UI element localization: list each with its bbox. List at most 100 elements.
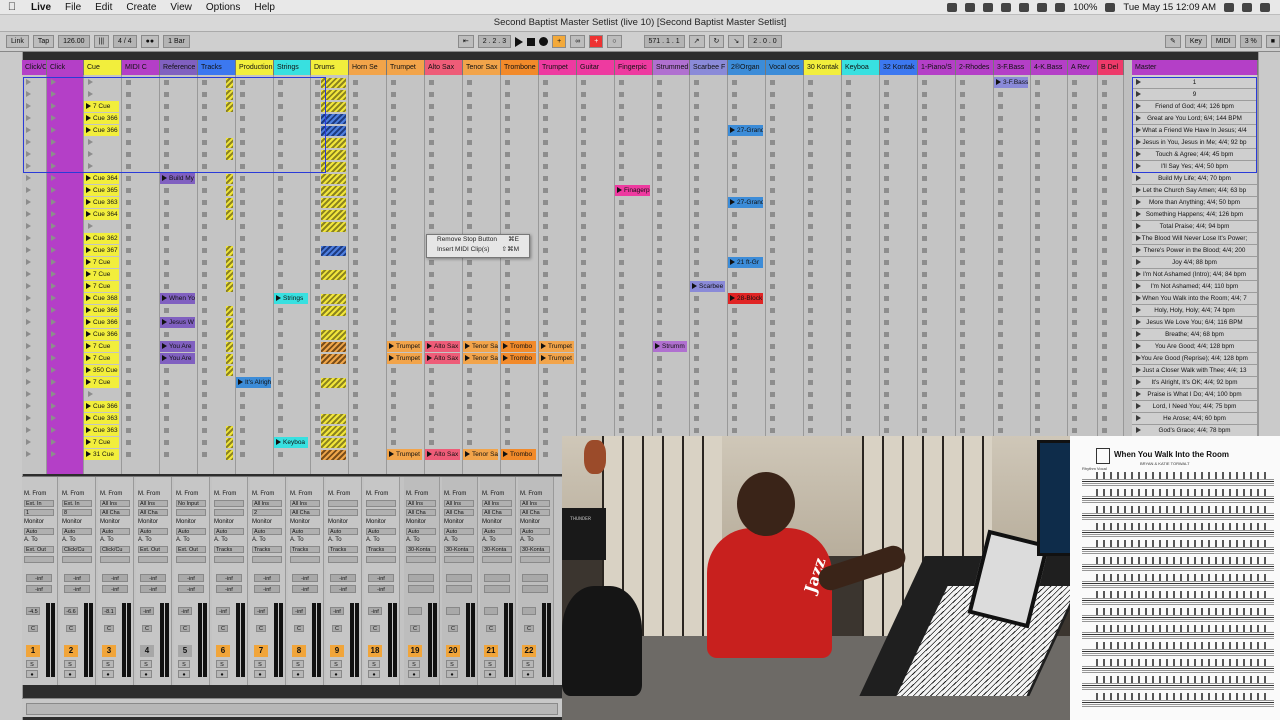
clip-slot-button[interactable] <box>467 116 472 121</box>
clip[interactable]: Trombo <box>501 449 536 460</box>
clip-slot-button[interactable] <box>126 260 131 265</box>
clip-slot-button[interactable] <box>770 308 775 313</box>
input-channel-menu[interactable]: All Cha <box>482 509 512 516</box>
clip-slot-button[interactable] <box>1072 404 1077 409</box>
clip-slot-button[interactable] <box>126 152 131 157</box>
clip-slot-button[interactable] <box>51 355 56 361</box>
clip-slot-button[interactable] <box>391 236 396 241</box>
track-header-17[interactable]: Strummed <box>653 60 690 75</box>
clip[interactable]: 3-F.Bass <box>994 77 1028 88</box>
output-type-menu[interactable]: Tracks <box>366 546 396 553</box>
clip-slot-button[interactable] <box>429 308 434 313</box>
clip-slot-button[interactable] <box>202 272 207 277</box>
clip-slot-button[interactable] <box>922 284 927 289</box>
clip-slot-button[interactable] <box>353 104 358 109</box>
clip-slot-button[interactable] <box>884 296 889 301</box>
output-type-menu[interactable]: Tracks <box>214 546 244 553</box>
clip-slot-button[interactable] <box>998 428 1003 433</box>
clip-slot-button[interactable] <box>1072 152 1077 157</box>
clip-slot-button[interactable] <box>1072 224 1077 229</box>
screen-icon[interactable] <box>947 2 958 12</box>
clip-slot-button[interactable] <box>732 344 737 349</box>
clip-slot-button[interactable] <box>164 272 169 277</box>
clip-slot-button[interactable] <box>1035 416 1040 421</box>
solo-button[interactable]: S <box>446 660 458 668</box>
output-type-menu[interactable]: Click/Cu <box>100 546 130 553</box>
clip-slot-button[interactable] <box>240 404 245 409</box>
clip-slot-button[interactable] <box>240 140 245 145</box>
clip-slot-button[interactable] <box>391 92 396 97</box>
menu-item-remove-stop-button[interactable]: Remove Stop Button ⌘E <box>427 235 529 245</box>
clip-slot-button[interactable] <box>505 284 510 289</box>
clip-slot-button[interactable] <box>240 344 245 349</box>
clip-slot-button[interactable] <box>164 404 169 409</box>
clip-slot-button[interactable] <box>581 236 586 241</box>
clip-slot-button[interactable] <box>1102 92 1107 97</box>
clip-slot-button[interactable] <box>429 176 434 181</box>
clip-slot-button[interactable] <box>1102 296 1107 301</box>
clip-slot-button[interactable] <box>429 320 434 325</box>
clip-slot-button[interactable] <box>202 404 207 409</box>
clip-slot-button[interactable] <box>1102 188 1107 193</box>
clip[interactable]: Trumpet <box>539 353 574 364</box>
clip[interactable]: Keyboa <box>274 437 308 448</box>
menu-item-insert-midi-clip[interactable]: Insert MIDI Clip(s) ⇧⌘M <box>427 245 529 255</box>
menu-create[interactable]: Create <box>119 2 163 13</box>
clip-slot-button[interactable] <box>543 428 548 433</box>
clip-slot-button[interactable] <box>657 248 662 253</box>
track-activator-button[interactable]: 5 <box>178 645 192 657</box>
clip-slot-button[interactable] <box>240 440 245 445</box>
clip-slot-button[interactable] <box>202 248 207 253</box>
clip-slot-button[interactable] <box>1035 212 1040 217</box>
clip-slot-button[interactable] <box>26 151 31 157</box>
clip-slot-button[interactable] <box>467 152 472 157</box>
left-browser-strip[interactable] <box>0 52 23 720</box>
clip-slot-button[interactable] <box>126 104 131 109</box>
scene-launch-22[interactable]: You Are Good; 4/4; 128 bpm <box>1132 341 1257 353</box>
output-type-menu[interactable]: Tracks <box>252 546 282 553</box>
clip-slot-button[interactable] <box>543 164 548 169</box>
link-button[interactable]: Link <box>6 35 29 48</box>
track-header-1[interactable]: Click <box>47 60 84 75</box>
clip-slot-button[interactable] <box>619 200 624 205</box>
pan-center-button[interactable]: C <box>294 625 304 632</box>
clip-slot-button[interactable] <box>202 320 207 325</box>
clip-slot-button[interactable] <box>922 428 927 433</box>
clip[interactable]: Cue 367 <box>84 245 119 256</box>
clip-slot-button[interactable] <box>960 272 965 277</box>
clip-slot-button[interactable] <box>770 128 775 133</box>
clip-slot-button[interactable] <box>126 128 131 133</box>
clip-slot-button[interactable] <box>732 308 737 313</box>
clip-slot-button[interactable] <box>998 272 1003 277</box>
clip-slot-button[interactable] <box>202 296 207 301</box>
clip-slot-button[interactable] <box>998 248 1003 253</box>
clip-slot-button[interactable] <box>429 296 434 301</box>
clip[interactable]: 27-Grand <box>728 125 763 136</box>
clip-slot-button[interactable] <box>429 260 434 265</box>
arm-button[interactable]: ● <box>330 670 342 678</box>
clip-slot-button[interactable] <box>51 223 56 229</box>
clip-slot-button[interactable] <box>26 235 31 241</box>
output-channel-menu[interactable] <box>214 556 244 563</box>
clip-slot-button[interactable] <box>922 296 927 301</box>
clip-slot-button[interactable] <box>1072 260 1077 265</box>
clip-slot-button[interactable] <box>922 380 927 385</box>
clip-slot-button[interactable] <box>240 284 245 289</box>
clip-slot-button[interactable] <box>619 128 624 133</box>
clip-slot-button[interactable] <box>1035 104 1040 109</box>
pan-center-button[interactable]: C <box>256 625 266 632</box>
stopped-clip[interactable] <box>321 246 346 256</box>
clip-slot-button[interactable] <box>998 236 1003 241</box>
track-header-24[interactable]: 1-Piano/S <box>918 60 956 75</box>
clip-slot-button[interactable] <box>26 79 31 85</box>
clip[interactable]: Cue 364 <box>84 209 119 220</box>
clip-slot-button[interactable] <box>922 392 927 397</box>
stopped-clip[interactable] <box>321 90 346 100</box>
clip-slot-button[interactable] <box>278 320 283 325</box>
clip-slot-button[interactable] <box>998 152 1003 157</box>
clip-slot-button[interactable] <box>884 308 889 313</box>
scene-launch-21[interactable]: Breathe; 4/4; 68 bpm <box>1132 329 1257 341</box>
clip-slot-button[interactable] <box>240 116 245 121</box>
clip-slot-button[interactable] <box>51 115 56 121</box>
clip-slot-button[interactable] <box>808 284 813 289</box>
